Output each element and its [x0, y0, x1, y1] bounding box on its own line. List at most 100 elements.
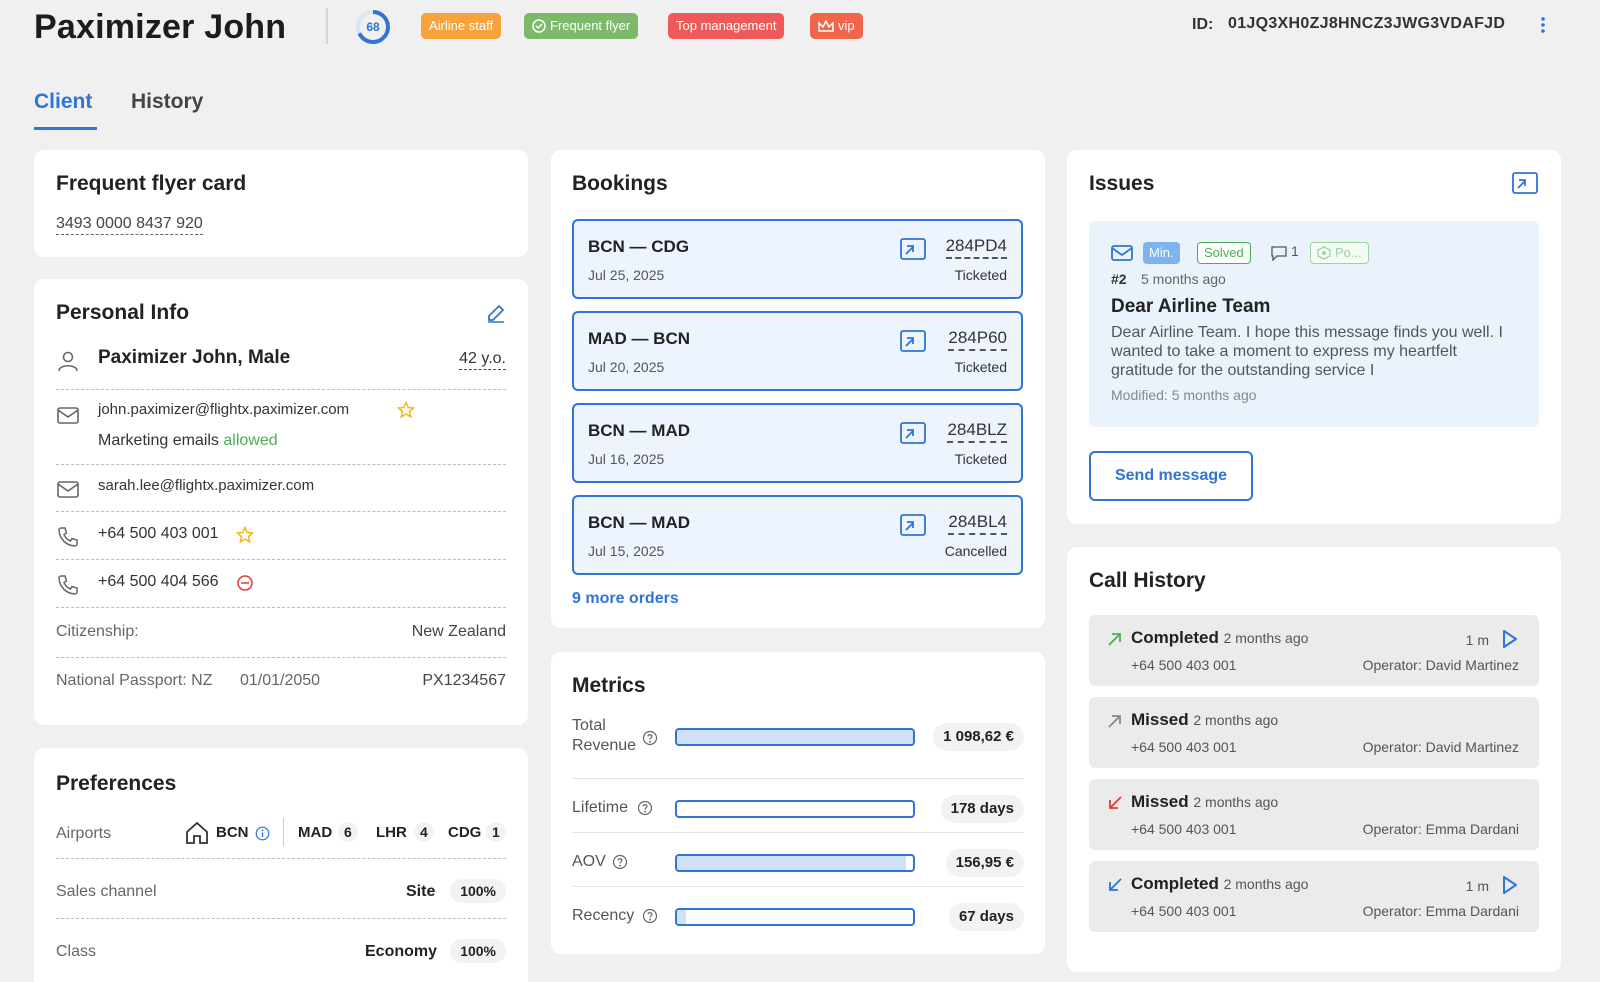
booking-item[interactable]: BCN — CDG Jul 25, 2025 284PD4 Ticketed: [572, 219, 1023, 299]
star-icon[interactable]: [236, 526, 254, 544]
tag-frequent-flyer[interactable]: Frequent flyer: [524, 13, 639, 39]
booking-route: BCN — CDG: [588, 237, 690, 256]
frequent-flyer-card: Frequent flyer card 3493 0000 8437 920: [34, 150, 528, 257]
tag-airline-staff[interactable]: Airline staff: [421, 13, 502, 39]
call-type: Completed: [1131, 874, 1219, 893]
edit-icon[interactable]: [486, 303, 506, 323]
outgoing-call-icon: [1105, 711, 1125, 731]
booking-pnr[interactable]: 284BLZ: [947, 419, 1007, 443]
info-icon[interactable]: [255, 826, 270, 841]
booking-pnr[interactable]: 284PD4: [945, 235, 1007, 259]
booking-date: Jul 16, 2025: [588, 451, 665, 467]
passport-label: National Passport: NZ: [56, 672, 213, 689]
tab-client[interactable]: Client: [34, 90, 97, 130]
call-type: Missed: [1131, 710, 1189, 729]
call-status: Missed 2 months ago: [1131, 710, 1278, 730]
metric-bar: [675, 800, 915, 818]
call-status: Completed 2 months ago: [1131, 628, 1308, 648]
booking-item[interactable]: BCN — MAD Jul 15, 2025 284BL4 Cancelled: [572, 495, 1023, 575]
issue-number: #2: [1111, 271, 1127, 287]
help-icon[interactable]: [612, 854, 628, 870]
divider: [572, 778, 1024, 779]
call-age: 2 months ago: [1223, 876, 1309, 892]
mail-icon: [56, 477, 80, 501]
help-icon[interactable]: [637, 800, 653, 816]
tag-vip[interactable]: vip: [810, 13, 863, 39]
home-airport: BCN: [216, 824, 249, 841]
booking-status: Cancelled: [944, 543, 1007, 559]
comment-icon: [1271, 246, 1287, 261]
user-icon: [56, 349, 80, 373]
phone-icon: [56, 525, 80, 549]
sales-channel-value: Site: [406, 883, 436, 900]
open-link-icon[interactable]: [899, 419, 927, 447]
metric-row: Recency 67 days: [572, 903, 1024, 933]
booking-status: Ticketed: [954, 451, 1007, 467]
call-age: 2 months ago: [1193, 794, 1279, 810]
metric-bar: [675, 728, 915, 746]
class-value: Economy: [365, 943, 438, 960]
incoming-call-icon: [1105, 793, 1125, 813]
play-icon[interactable]: [1499, 875, 1519, 895]
card-title: Personal Info: [56, 301, 190, 324]
score-value: 68: [366, 20, 380, 34]
issue-item[interactable]: Min. Solved 1 Po... #2 5 months ago Dear…: [1089, 221, 1539, 427]
more-orders-link[interactable]: 9 more orders: [572, 590, 679, 608]
booking-pnr[interactable]: 284P60: [948, 327, 1007, 351]
frequent-flyer-number[interactable]: 3493 0000 8437 920: [56, 214, 203, 235]
booking-pnr[interactable]: 284BL4: [948, 511, 1007, 535]
divider: [572, 832, 1024, 833]
call-item[interactable]: Completed 2 months ago +64 500 403 001 Ope…: [1089, 615, 1539, 686]
metric-value: 156,95 €: [945, 849, 1024, 877]
metric-bar: [675, 908, 915, 926]
help-icon[interactable]: [642, 908, 658, 924]
open-link-icon[interactable]: [899, 327, 927, 355]
call-operator: Operator: David Martinez: [1362, 657, 1519, 673]
booking-item[interactable]: BCN — MAD Jul 16, 2025 284BLZ Ticketed: [572, 403, 1023, 483]
divider: [56, 858, 506, 859]
card-title: Frequent flyer card: [56, 172, 247, 195]
comment-count: 1: [1291, 243, 1299, 259]
open-link-icon[interactable]: [899, 235, 927, 263]
issue-body: Dear Airline Team. I hope this message f…: [1111, 324, 1503, 379]
star-icon[interactable]: [397, 401, 415, 419]
booking-status: Ticketed: [954, 359, 1007, 375]
name-gender: Paximizer John, Male: [98, 347, 291, 368]
call-item[interactable]: Missed 2 months ago +64 500 403 001 Operat…: [1089, 779, 1539, 850]
secondary-email[interactable]: sarah.lee@flightx.paximizer.com: [98, 477, 314, 494]
call-operator: Operator: David Martinez: [1362, 739, 1519, 755]
metric-value: 67 days: [948, 903, 1024, 931]
call-item[interactable]: Completed 2 months ago +64 500 403 001 Ope…: [1089, 861, 1539, 932]
po-label: Po...: [1335, 245, 1362, 260]
check-circle-icon: [532, 19, 546, 33]
open-link-icon[interactable]: [1511, 170, 1539, 196]
tag-top-management[interactable]: Top management: [668, 13, 785, 39]
call-item[interactable]: Missed 2 months ago +64 500 403 001 Operat…: [1089, 697, 1539, 768]
tag-label: Airline staff: [429, 18, 494, 33]
hexagon-icon: [1317, 246, 1331, 260]
primary-phone[interactable]: +64 500 403 001: [98, 525, 219, 543]
metric-row: Total Revenue 1 098,62 €: [572, 716, 1024, 766]
more-menu-icon[interactable]: [1538, 14, 1548, 36]
metric-value: 178 days: [940, 795, 1024, 823]
play-icon[interactable]: [1499, 629, 1519, 649]
call-operator: Operator: Emma Dardani: [1362, 903, 1519, 919]
primary-email[interactable]: john.paximizer@flightx.paximizer.com: [98, 401, 349, 418]
call-age: 2 months ago: [1193, 712, 1279, 728]
secondary-phone[interactable]: +64 500 404 566: [98, 573, 219, 591]
open-link-icon[interactable]: [899, 511, 927, 539]
airport-count: 6: [338, 822, 358, 842]
home-icon: [184, 820, 210, 846]
send-message-button[interactable]: Send message: [1089, 451, 1253, 501]
booking-item[interactable]: MAD — BCN Jul 20, 2025 284P60 Ticketed: [572, 311, 1023, 391]
minus-circle-icon[interactable]: [236, 574, 254, 592]
passport-expiry: 01/01/2050: [240, 672, 321, 689]
po-badge: Po...: [1310, 242, 1369, 264]
call-age: 2 months ago: [1223, 630, 1309, 646]
personal-info-card: Personal Info Paximizer John, Male 42 y.…: [34, 279, 528, 725]
tab-history[interactable]: History: [131, 90, 203, 130]
help-icon[interactable]: [642, 730, 658, 746]
card-title: Bookings: [572, 172, 668, 195]
divider: [56, 657, 506, 658]
priority-badge: Min.: [1143, 242, 1180, 264]
